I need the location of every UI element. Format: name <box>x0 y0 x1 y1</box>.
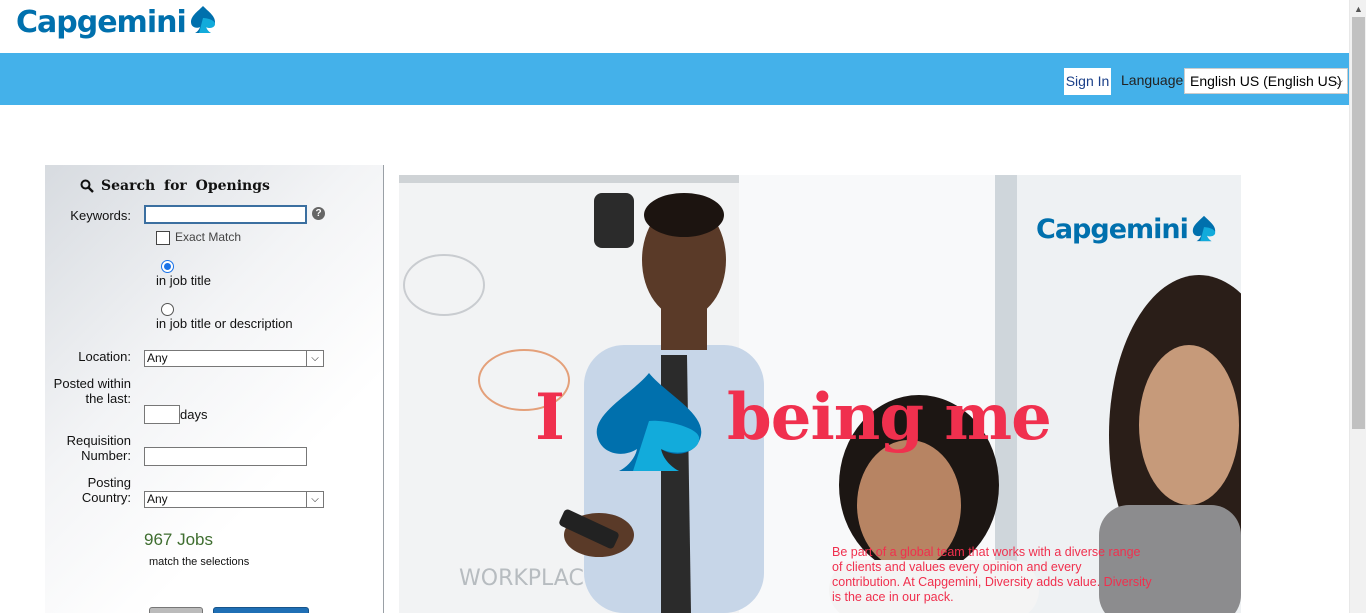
posting-country-select[interactable]: Any ⌵ <box>144 491 324 508</box>
page-scrollbar[interactable]: ▲ <box>1349 0 1366 613</box>
location-select[interactable]: Any ⌵ <box>144 350 324 367</box>
language-value: English US (English US) <box>1190 73 1342 89</box>
location-value: Any <box>147 351 168 365</box>
keywords-input[interactable] <box>144 205 307 224</box>
language-label: Language <box>1121 72 1184 88</box>
hero-banner: WORKPLACE Capgemini I being me Be part o… <box>399 175 1241 613</box>
requisition-number-input[interactable] <box>144 447 307 466</box>
svg-text:WORKPLACE: WORKPLACE <box>459 566 598 591</box>
exact-match-label: Exact Match <box>175 230 242 244</box>
match-text: match the selections <box>149 556 250 568</box>
exact-match-checkbox[interactable] <box>156 231 170 245</box>
banner-blurb: Be part of a global team that works with… <box>832 545 1152 604</box>
radio-in-job-title-or-description[interactable] <box>161 303 174 316</box>
chevron-down-icon: ⌵ <box>306 492 323 507</box>
keywords-label: Keywords: <box>70 208 131 223</box>
days-label: days <box>180 407 208 422</box>
spade-heart-icon <box>596 373 702 471</box>
logo-text: Capgemini <box>16 4 187 40</box>
radio-in-job-title-label: in job title <box>156 273 211 288</box>
search-title-text: Search for Openings <box>101 178 270 194</box>
search-panel: Search for Openings Keywords: ? Exact Ma… <box>45 165 384 613</box>
help-icon[interactable]: ? <box>312 207 325 220</box>
posted-within-label: Posted within the last: <box>53 376 131 406</box>
scroll-thumb[interactable] <box>1352 17 1365 429</box>
spade-logo-icon <box>190 6 215 33</box>
clear-button[interactable] <box>149 607 203 613</box>
slogan-i: I <box>535 380 565 455</box>
location-label: Location: <box>78 349 131 364</box>
requisition-number-label: Requisition Number: <box>66 433 131 463</box>
search-title: Search for Openings <box>80 178 270 194</box>
banner-logo-text: Capgemini <box>1036 214 1189 245</box>
language-select[interactable]: English US (English US) ⌵ <box>1184 68 1348 94</box>
jobs-count[interactable]: 967 Jobs <box>144 530 213 550</box>
search-icon <box>80 179 94 193</box>
top-header: Capgemini <box>0 0 1349 53</box>
chevron-down-icon: ⌵ <box>1333 74 1343 88</box>
spade-logo-icon <box>1192 215 1216 241</box>
capgemini-logo[interactable]: Capgemini <box>16 0 218 44</box>
sign-in-button[interactable]: Sign In <box>1064 68 1111 95</box>
posted-days-input[interactable] <box>144 405 180 424</box>
radio-in-job-title[interactable] <box>161 260 174 273</box>
scroll-up-arrow-icon[interactable]: ▲ <box>1354 4 1363 14</box>
radio-in-job-title-or-description-label: in job title or description <box>156 316 293 331</box>
search-button[interactable] <box>213 607 309 613</box>
banner-logo: Capgemini <box>1036 214 1218 245</box>
slogan-text: being me <box>727 380 1052 455</box>
chevron-down-icon: ⌵ <box>306 351 323 366</box>
posting-country-value: Any <box>147 492 168 506</box>
posting-country-label: Posting Country: <box>81 475 131 505</box>
